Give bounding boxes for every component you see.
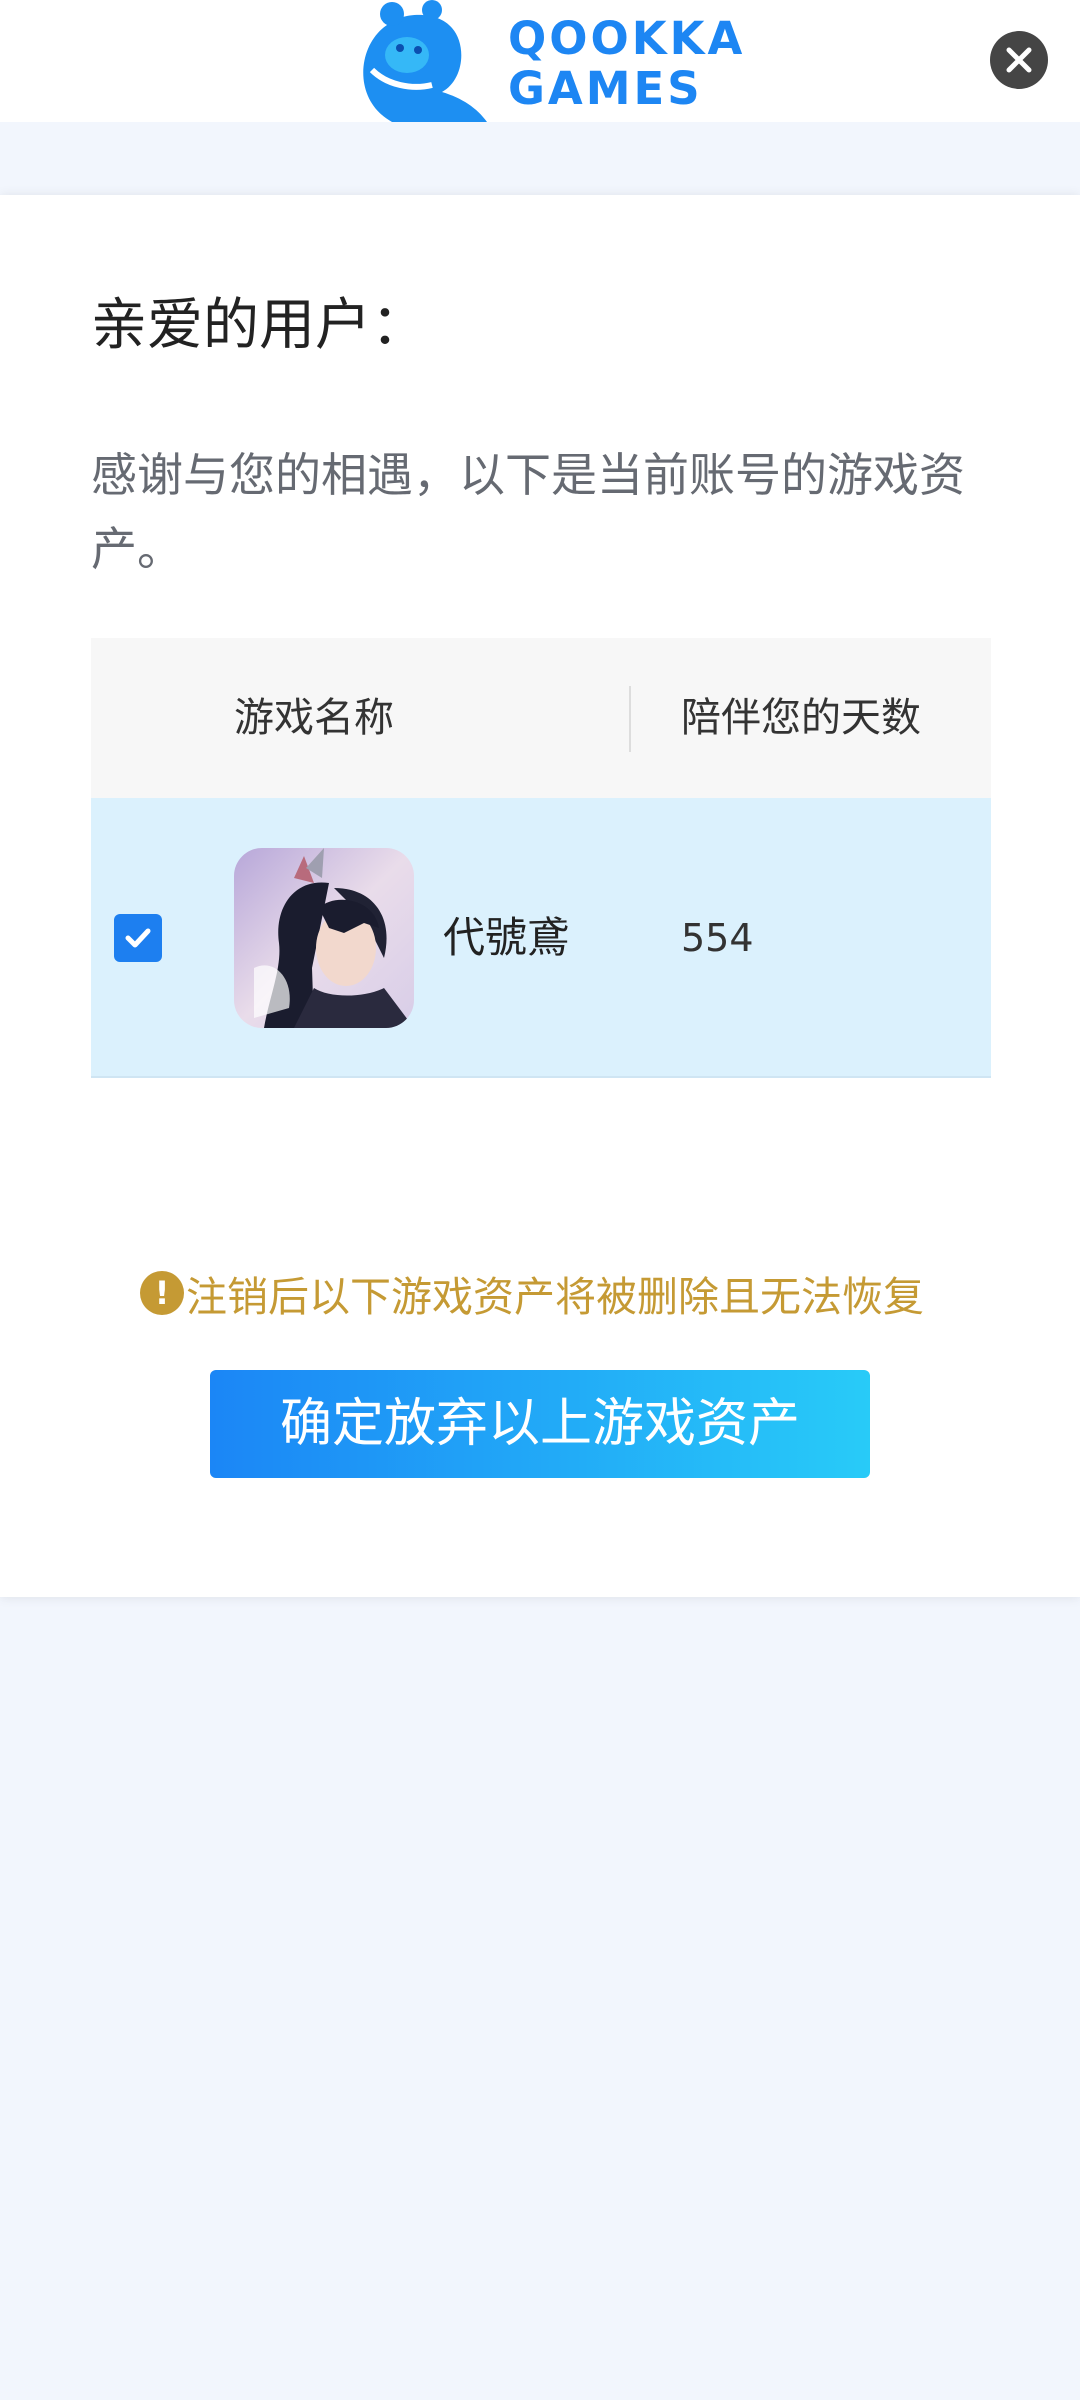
- game-name: 代號鳶: [443, 913, 570, 962]
- column-header-days: 陪伴您的天数: [681, 695, 921, 741]
- warning-message: ! 注销后以下游戏资产将被删除且无法恢复: [140, 1265, 924, 1321]
- exclamation-circle-icon: !: [140, 1271, 184, 1315]
- asset-card: 亲爱的用户： 感谢与您的相遇，以下是当前账号的游戏资产。 游戏名称 陪伴您的天数: [0, 195, 1080, 1597]
- game-days: 554: [681, 916, 754, 960]
- table-header: 游戏名称 陪伴您的天数: [91, 638, 991, 798]
- game-select-checkbox[interactable]: [114, 914, 162, 962]
- confirm-abandon-button[interactable]: 确定放弃以上游戏资产: [210, 1370, 870, 1478]
- table-row: 代號鳶 554: [91, 798, 991, 1078]
- column-header-game-name: 游戏名称: [234, 695, 394, 741]
- logo-wordmark: QOOKKA GAMES: [508, 12, 746, 115]
- column-divider: [629, 686, 631, 752]
- header: QOOKKA GAMES: [0, 0, 1080, 122]
- intro-text: 感谢与您的相遇，以下是当前账号的游戏资产。: [91, 448, 965, 576]
- close-button[interactable]: [990, 31, 1048, 89]
- greeting-title: 亲爱的用户：: [91, 293, 427, 358]
- game-character-icon: [234, 848, 414, 1028]
- checkmark-icon: [125, 928, 151, 948]
- asset-table: 游戏名称 陪伴您的天数 代號鳶 554: [91, 638, 991, 1078]
- close-icon: [1006, 47, 1032, 73]
- warning-text: 注销后以下游戏资产将被删除且无法恢复: [186, 1273, 924, 1321]
